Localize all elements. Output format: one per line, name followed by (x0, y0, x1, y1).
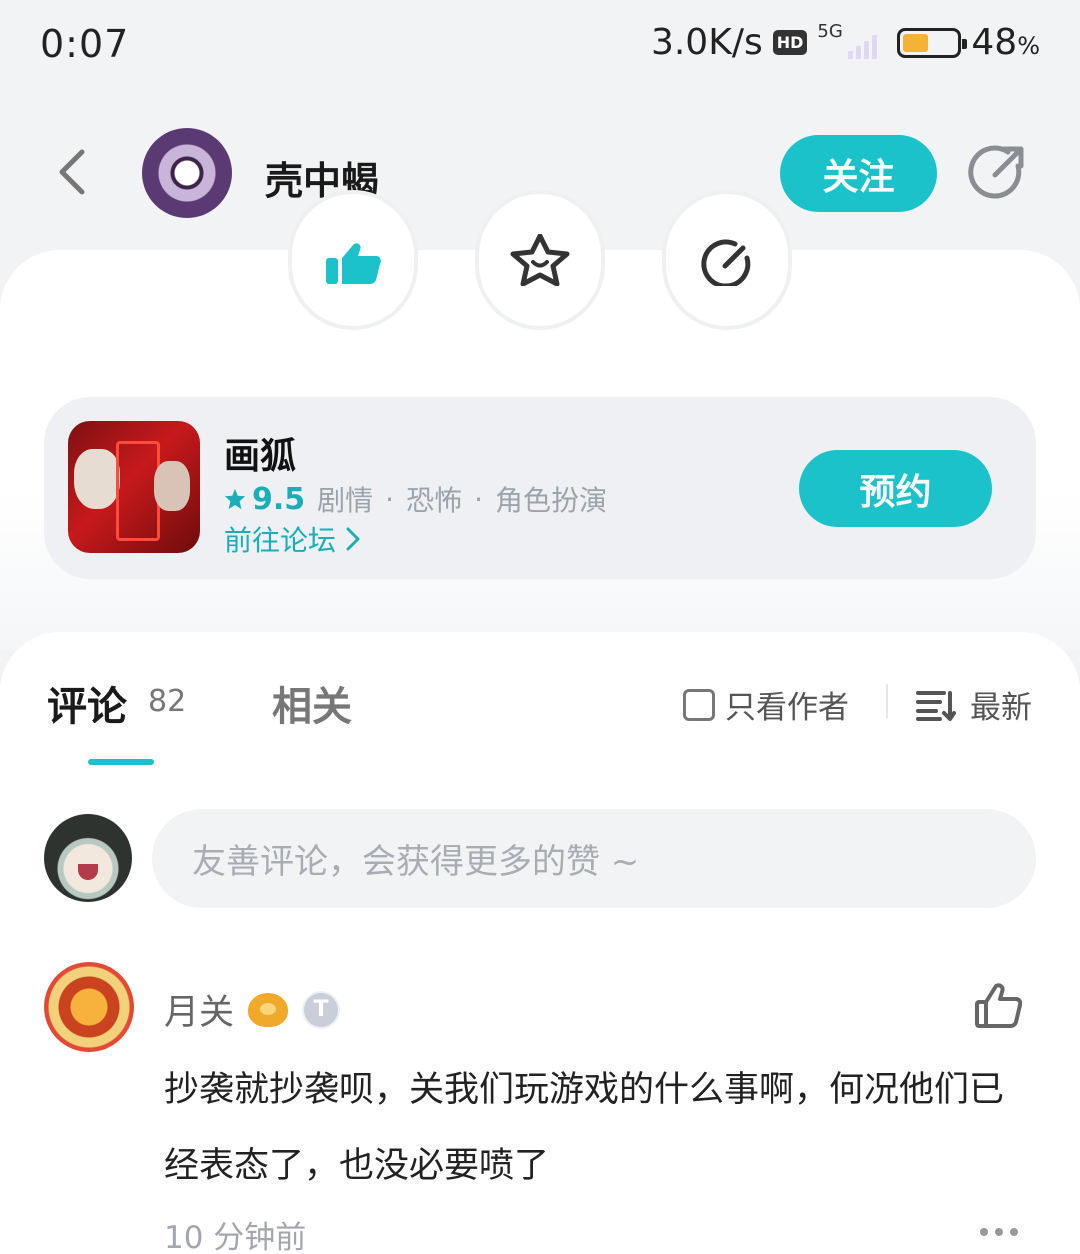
network-type: 5G (817, 20, 843, 42)
game-icon-art (154, 461, 190, 511)
game-rating: 9.5 (224, 482, 305, 517)
signal-bars (848, 34, 878, 59)
forum-link-label: 前往论坛 (224, 524, 337, 557)
author-only-label: 只看作者 (725, 690, 849, 726)
battery-fill (903, 33, 929, 52)
game-tag: 角色扮演 (495, 484, 608, 517)
follow-button[interactable]: 关注 (780, 135, 937, 212)
content-card: 画狐 9.5 剧情 · 恐怖 · 角色扮演 前往论坛 预约 (0, 190, 1080, 650)
reserve-button[interactable]: 预约 (799, 450, 992, 527)
sort-label: 最新 (970, 690, 1032, 726)
dot-icon (995, 1228, 1003, 1236)
divider (886, 684, 888, 718)
title-badge-icon: T (302, 990, 341, 1029)
post-detail-page: 0:07 3.0K/s HD 5G 48% 壳中蝎 关注 画狐 9.5 剧情 ·… (0, 0, 1080, 1254)
chevron-left-icon (59, 149, 85, 195)
share-post-button[interactable] (662, 190, 792, 330)
share-button[interactable] (968, 144, 1026, 202)
game-tag: 剧情 (317, 484, 374, 517)
author-avatar[interactable] (142, 128, 232, 218)
back-button[interactable] (52, 148, 96, 196)
comment-avatar[interactable] (44, 962, 134, 1052)
hd-icon: HD (772, 30, 808, 55)
share-icon (968, 145, 1024, 199)
comments-panel: 评论 82 相关 只看作者 最新 友善评论，会获得更多的赞 ~ 月关 T 抄袭就… (0, 632, 1080, 1254)
comment-input[interactable]: 友善评论，会获得更多的赞 ~ (152, 809, 1036, 908)
comment-user: 月关 T (164, 984, 341, 1035)
status-time: 0:07 (40, 22, 130, 66)
comment-like-button[interactable] (974, 982, 1023, 1030)
comment-count: 82 (148, 684, 187, 719)
tab-related[interactable]: 相关 (272, 674, 352, 732)
sort-button[interactable]: 最新 (916, 682, 1032, 727)
game-icon[interactable] (68, 421, 200, 553)
battery-percent: 48% (971, 22, 1040, 63)
sort-icon (916, 690, 956, 721)
network-speed: 3.0K/s (650, 22, 763, 63)
checkbox-icon (683, 688, 715, 721)
share-icon (701, 239, 751, 286)
more-options-button[interactable] (980, 1228, 1018, 1236)
tag-separator: · (385, 482, 395, 516)
signal-icon: 5G (817, 20, 878, 63)
forum-link[interactable]: 前往论坛 (224, 519, 360, 559)
thumbs-up-icon (975, 983, 1023, 1028)
author-only-toggle[interactable]: 只看作者 (683, 682, 849, 727)
comment-username[interactable]: 月关 (164, 984, 234, 1035)
my-avatar (44, 814, 132, 902)
battery-percent-unit: % (1017, 32, 1040, 60)
game-rating-value: 9.5 (252, 481, 306, 517)
comment-time: 10 分钟前 (164, 1220, 307, 1254)
star-icon (510, 234, 570, 286)
tag-separator: · (474, 482, 483, 516)
star-icon (224, 488, 246, 510)
dot-icon (980, 1228, 988, 1236)
favorite-button[interactable] (475, 190, 605, 330)
game-name[interactable]: 画狐 (224, 427, 296, 479)
dot-icon (1010, 1228, 1018, 1236)
tab-comments[interactable]: 评论 (47, 674, 127, 732)
battery-percent-value: 48 (971, 22, 1018, 63)
active-tab-indicator (88, 759, 154, 765)
thumbs-up-icon (326, 243, 381, 284)
game-tag: 恐怖 (406, 484, 463, 517)
status-bar: 0:07 3.0K/s HD 5G 48% (0, 0, 1080, 90)
level-badge-icon (248, 992, 289, 1027)
status-right: 3.0K/s HD 5G 48% (650, 20, 1040, 64)
game-meta: 9.5 剧情 · 恐怖 · 角色扮演 (224, 479, 607, 519)
like-post-button[interactable] (288, 190, 418, 330)
game-card[interactable]: 画狐 9.5 剧情 · 恐怖 · 角色扮演 前往论坛 预约 (44, 397, 1036, 579)
game-icon-art (74, 449, 120, 509)
battery-icon (897, 27, 968, 58)
chevron-right-icon (346, 527, 360, 551)
comment-text: 抄袭就抄袭呗，关我们玩游戏的什么事啊，何况他们已经表态了，也没必要喷了 (164, 1070, 1005, 1186)
